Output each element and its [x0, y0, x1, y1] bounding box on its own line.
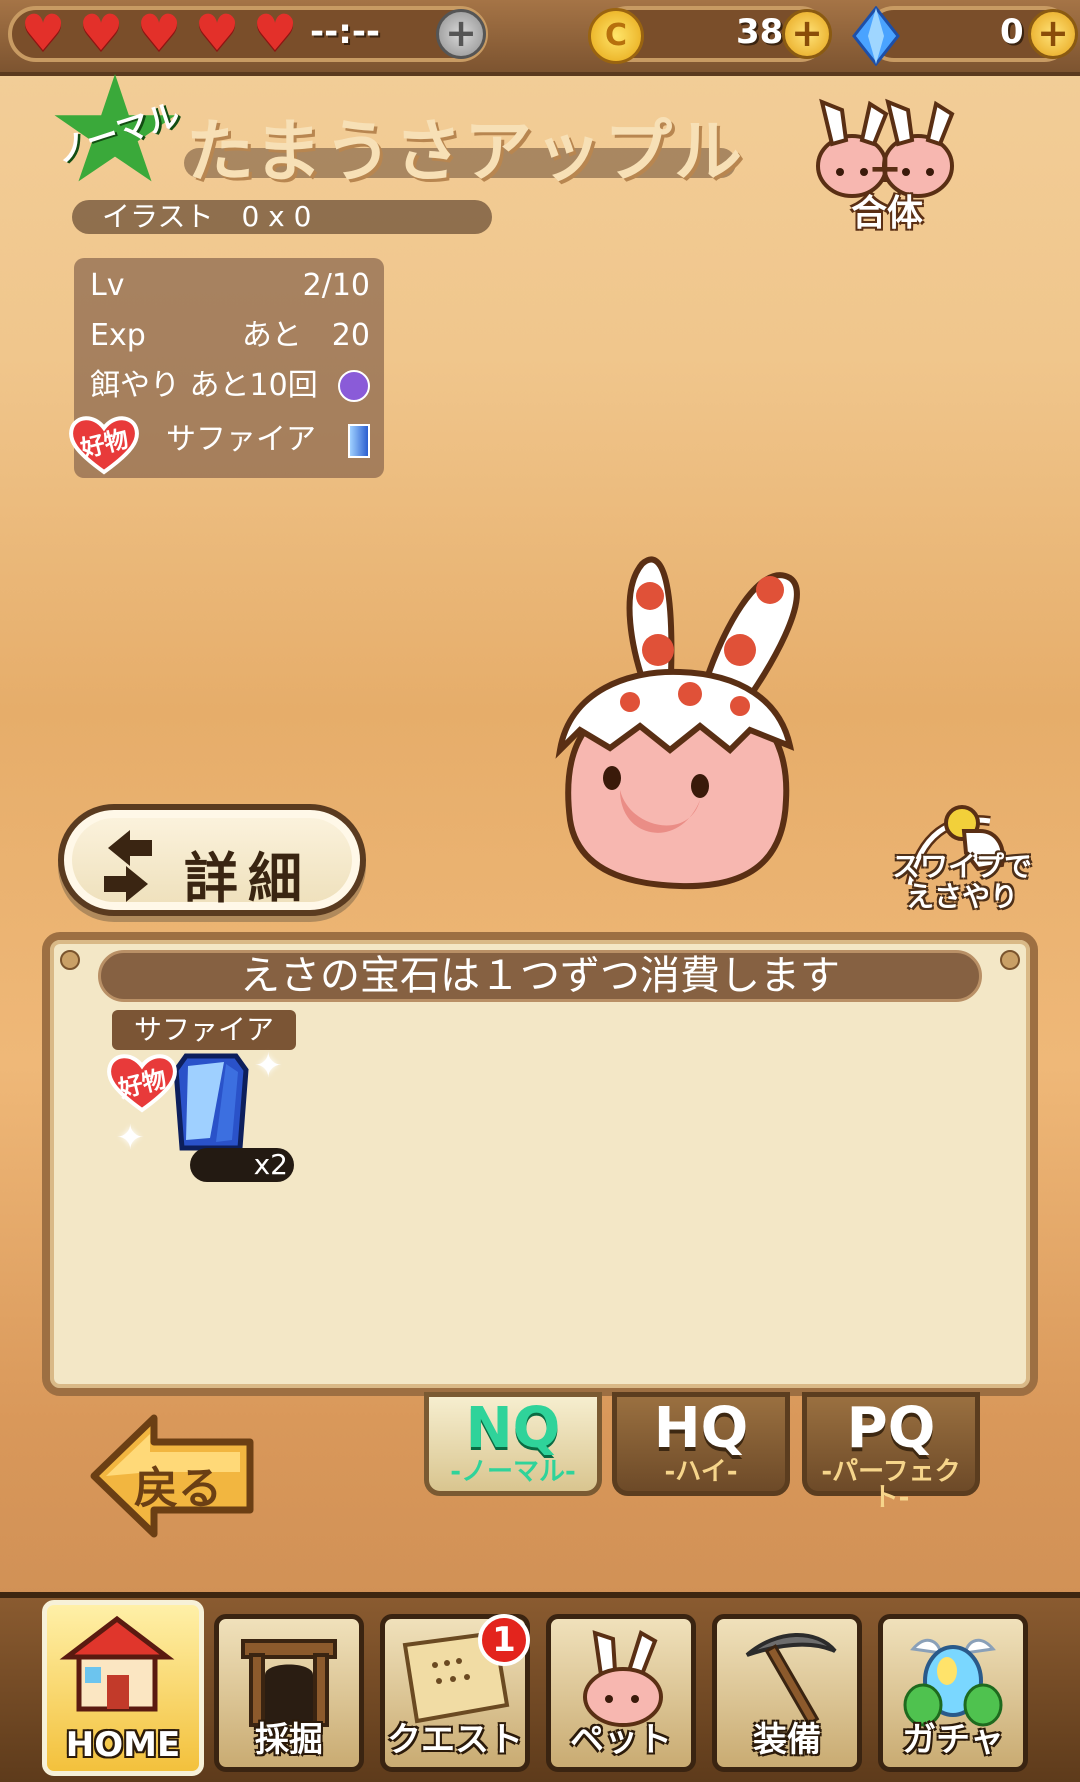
feed-panel-header: えさの宝石は１つずつ消費します: [98, 950, 982, 1002]
sad-face-icon: [338, 370, 370, 402]
fusion-label: 合体: [850, 193, 923, 234]
tab-pq[interactable]: PQ -パーフェクト-: [802, 1392, 980, 1511]
tab-pq-label: PQ: [846, 1396, 936, 1461]
tab-hq-sublabel: -ハイ-: [664, 1457, 738, 1487]
detail-button[interactable]: 詳細: [58, 804, 366, 916]
nav-equip-label: 装備: [753, 1720, 821, 1760]
tab-pq-sublabel: -パーフェクト-: [821, 1457, 961, 1513]
swipe-hint: スワイプで えさやり: [878, 852, 1046, 912]
sparkle-icon: ✦: [116, 1118, 145, 1158]
illust-credit: イラスト 0 x 0: [72, 200, 492, 234]
detail-button-label: 詳細: [184, 847, 312, 910]
stat-level-value: 2/10: [302, 268, 370, 303]
heart-icon: ♥: [252, 4, 298, 62]
stat-exp-value: あと 20: [241, 318, 370, 353]
rivet: [1000, 950, 1020, 970]
heart-icon: ♥: [20, 4, 66, 62]
swipe-hint-line2: えさやり: [905, 880, 1018, 913]
tab-hq[interactable]: HQ -ハイ-: [612, 1392, 790, 1496]
tab-nq[interactable]: NQ -ノーマル-: [424, 1392, 602, 1496]
heart-icon: ♥: [194, 4, 240, 62]
swipe-hint-line1: スワイプで: [891, 850, 1032, 883]
stamina-timer: --:--: [310, 12, 381, 52]
house-icon: [59, 1615, 175, 1712]
heart-icon: ♥: [78, 4, 124, 62]
gem-icon: [852, 6, 900, 66]
feed-item-count: x2: [190, 1148, 294, 1182]
add-coins-button[interactable]: +: [782, 9, 832, 59]
stat-level-label: Lv: [90, 268, 125, 303]
add-stamina-button[interactable]: +: [436, 9, 486, 59]
rivet: [60, 950, 80, 970]
stat-exp: Exp あと 20: [90, 316, 370, 356]
nav-home[interactable]: HOME: [42, 1600, 204, 1776]
nav-equip[interactable]: 装備: [712, 1614, 862, 1772]
stat-exp-label: Exp: [90, 318, 146, 353]
pet-character[interactable]: [550, 550, 860, 900]
feed-item-label: サファイア: [112, 1010, 296, 1050]
coin-count: 38: [736, 12, 784, 52]
gem-count: 0: [1000, 12, 1024, 52]
quest-notification-badge: 1: [478, 1614, 530, 1666]
tab-hq-label: HQ: [653, 1396, 749, 1461]
sapphire-icon: [348, 424, 370, 458]
stat-feed: 餌やり あと10回: [90, 366, 370, 406]
coin-icon: C: [588, 8, 644, 64]
heart-icon: ♥: [136, 4, 182, 62]
nav-gacha-label: ガチャ: [902, 1720, 1004, 1760]
add-gems-button[interactable]: +: [1028, 9, 1078, 59]
back-button-label: 戻る: [134, 1463, 222, 1514]
stat-level: Lv 2/10: [90, 266, 370, 306]
detail-button-inner: 詳細: [72, 818, 352, 910]
tab-nq-sublabel: -ノーマル-: [450, 1457, 576, 1487]
nav-pet-label: ペット: [570, 1720, 672, 1760]
nav-mine[interactable]: 採掘: [214, 1614, 364, 1772]
nav-gacha[interactable]: ガチャ: [878, 1614, 1028, 1772]
nav-quest-label: クエスト: [387, 1720, 523, 1760]
swap-arrows-icon: [104, 830, 152, 902]
nav-pet[interactable]: ペット: [546, 1614, 696, 1772]
stat-feed-label: 餌やり あと10回: [90, 368, 318, 403]
tab-nq-label: NQ: [465, 1396, 561, 1461]
nav-mine-label: 採掘: [255, 1720, 323, 1760]
stat-favorite-item: サファイア: [166, 422, 316, 457]
top-status-bar: ♥ ♥ ♥ ♥ ♥ --:-- + C 38 + 0 +: [0, 0, 1080, 76]
nav-home-label: HOME: [65, 1725, 181, 1765]
pet-name: たまうさアップル: [186, 113, 744, 192]
stat-favorite: サファイア: [166, 420, 370, 460]
